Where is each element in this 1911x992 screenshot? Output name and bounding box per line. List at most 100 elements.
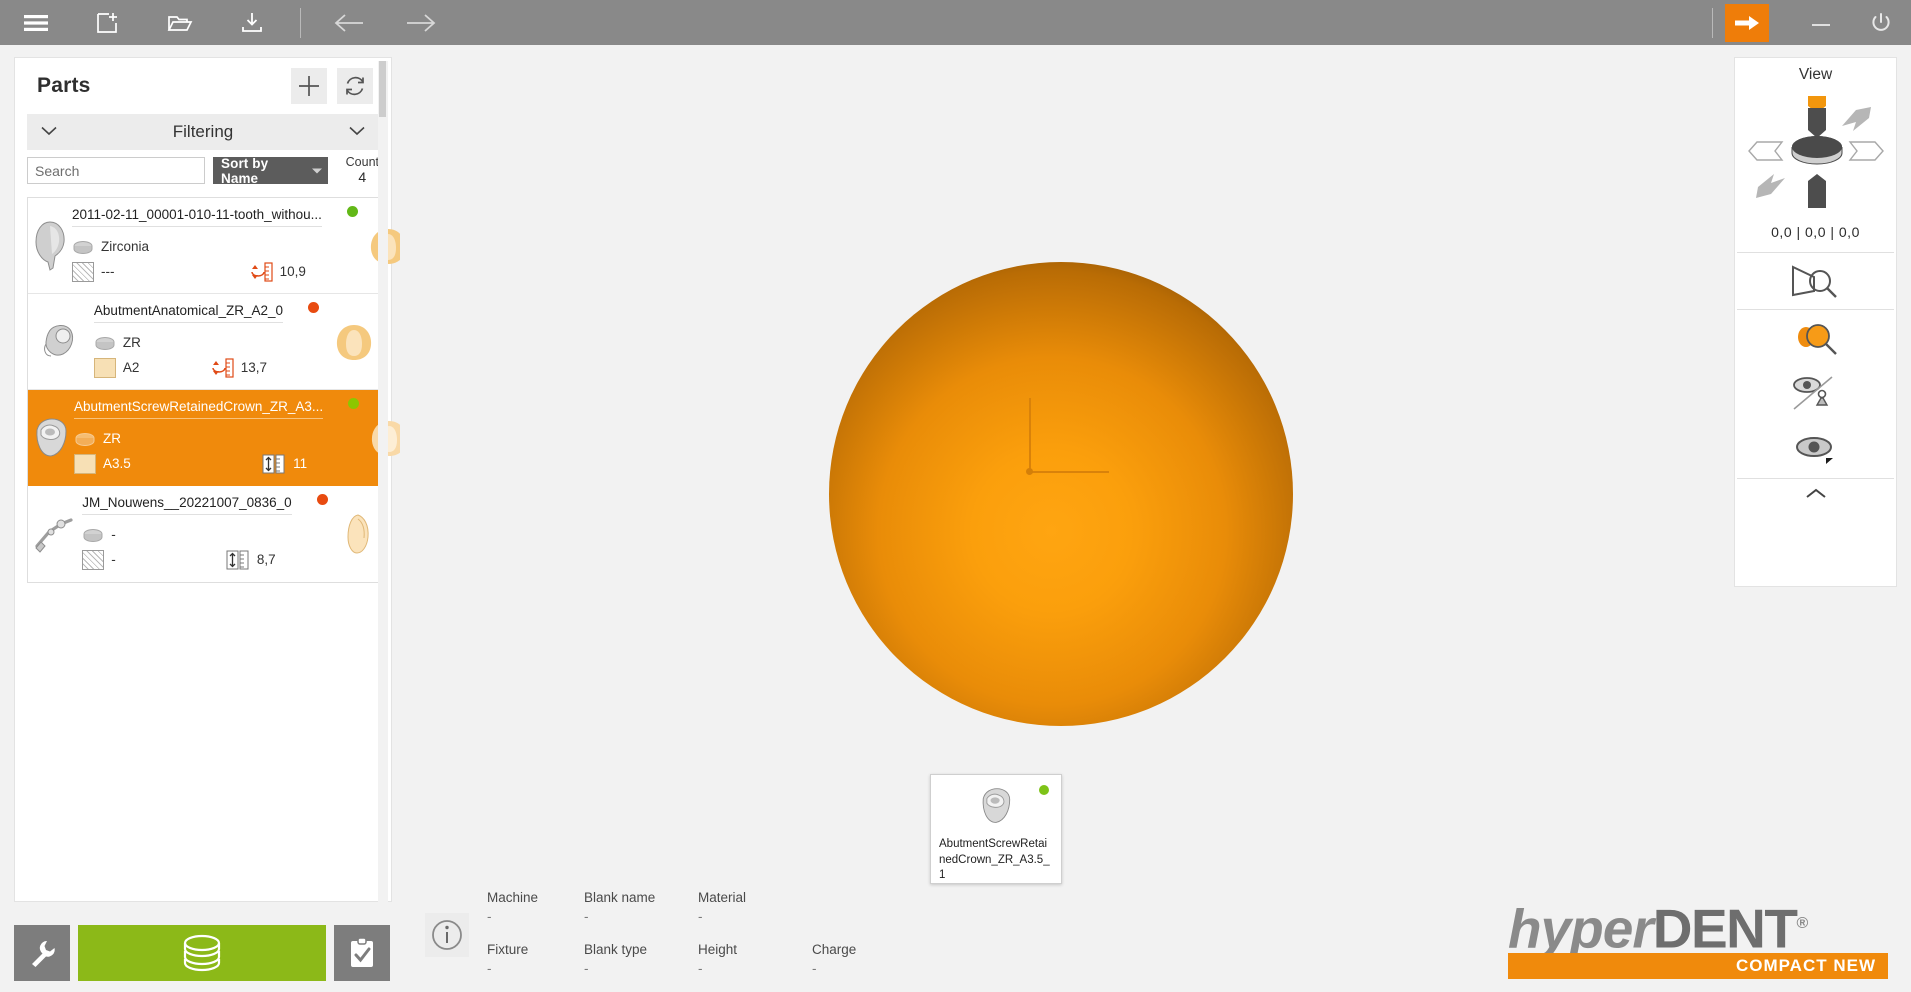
zoom-selection-button[interactable] <box>1735 310 1896 366</box>
crown-model-icon <box>36 418 67 457</box>
part-info-card[interactable]: AbutmentScrewRetainedCrown_ZR_A3.5_1 <box>930 774 1062 884</box>
chevron-down-icon-right <box>349 123 365 141</box>
toolbar-divider-right <box>1712 7 1713 38</box>
parts-list: 2011-02-11_00001-010-11-tooth_withou... … <box>27 197 407 584</box>
zoom-to-fit-button[interactable] <box>1735 253 1896 309</box>
list-item[interactable]: JM_Nouwens__20221007_0836_0 - - 8,7 <box>28 486 378 583</box>
blank-sphere[interactable] <box>829 262 1293 726</box>
search-input[interactable] <box>27 157 205 185</box>
status-badge <box>346 206 358 218</box>
part-attributes: Zirconia --- 10,9 <box>72 227 368 284</box>
shade-label: A3.5 <box>103 456 131 472</box>
hamburger-menu-button[interactable] <box>0 0 72 45</box>
status-badge <box>316 494 328 506</box>
field-value: - <box>584 909 589 924</box>
new-project-button[interactable] <box>72 0 144 45</box>
info-icon <box>432 920 462 950</box>
nav-top-right-icon[interactable] <box>1840 104 1874 139</box>
field-label: Blank type <box>584 942 648 957</box>
axis-origin <box>1026 468 1033 475</box>
part-name: 2011-02-11_00001-010-11-tooth_withou... <box>72 207 322 228</box>
measurement-value: 13,7 <box>240 360 268 376</box>
crown-model-icon <box>982 788 1011 823</box>
field-label: Material <box>698 890 747 905</box>
part-name: AbutmentScrewRetainedCrown_ZR_A3... <box>74 399 324 420</box>
list-item[interactable]: 2011-02-11_00001-010-11-tooth_withou... … <box>28 198 406 295</box>
card-title: AbutmentScrewRetainedCrown_ZR_A3.5_1 <box>939 838 1050 882</box>
logo-subtitle: COMPACT NEW <box>1735 956 1876 975</box>
axis-vertical <box>1029 398 1031 473</box>
part-name: JM_Nouwens__20221007_0836_0 <box>82 495 292 516</box>
open-project-button[interactable] <box>144 0 216 45</box>
list-item-selected[interactable]: AbutmentScrewRetainedCrown_ZR_A3... ZR A… <box>28 390 407 487</box>
jaw-preview-icon <box>336 324 371 360</box>
import-button[interactable] <box>216 0 288 45</box>
3d-viewport[interactable]: AbutmentScrewRetainedCrown_ZR_A3.5_1 <box>400 57 1730 887</box>
registered-mark: ® <box>1796 915 1809 932</box>
status-badge <box>348 398 360 410</box>
field-value: - <box>487 961 492 976</box>
info-button[interactable] <box>425 913 469 957</box>
measurement: 13,7 <box>210 357 267 379</box>
parts-panel-header: Parts <box>15 58 391 114</box>
nav-bottom-icon[interactable] <box>1803 172 1831 217</box>
view-coordinates: 0,0 | 0,0 | 0,0 <box>1771 224 1860 240</box>
shade-row: A3.5 11 <box>74 451 369 476</box>
add-part-button[interactable] <box>291 68 327 104</box>
nav-bottom-left-icon[interactable] <box>1753 172 1787 207</box>
material-label: ZR <box>103 431 121 447</box>
count-value: 4 <box>358 168 367 185</box>
nav-left-icon[interactable] <box>1747 140 1785 167</box>
parts-scrollbar-track[interactable] <box>378 61 388 906</box>
measurement-value: 10,9 <box>279 264 306 280</box>
forward-button[interactable] <box>385 0 457 45</box>
zoom-to-fit-icon <box>1791 265 1837 298</box>
material-row: Zirconia <box>72 234 368 259</box>
collapse-view-panel-button[interactable] <box>1735 479 1896 509</box>
status-badge <box>308 302 320 314</box>
part-attributes: - - 8,7 <box>82 515 337 572</box>
shade-swatch <box>74 453 96 474</box>
material-row: ZR <box>74 426 369 451</box>
blank-disc-icon <box>83 528 103 542</box>
checklist-button[interactable] <box>334 925 390 981</box>
new-document-icon <box>97 12 117 33</box>
parts-scrollbar-thumb[interactable] <box>379 61 386 117</box>
logo-wordmark: hyperDENT® <box>1508 895 1888 957</box>
parts-panel: Parts Filtering Search Sort by Name Coun… <box>14 57 407 902</box>
filtering-bar[interactable]: Filtering <box>27 114 379 150</box>
page-title: Parts <box>37 74 91 97</box>
measurement-value: 11 <box>293 456 308 472</box>
shade-row: A2 13,7 <box>93 355 329 380</box>
sort-label: Sort by Name <box>221 155 269 186</box>
download-icon <box>242 12 262 32</box>
sort-dropdown[interactable]: Sort by Name <box>213 155 328 186</box>
nav-center-disc-icon[interactable] <box>1789 133 1845 172</box>
field-value: - <box>812 961 817 976</box>
tools-button[interactable] <box>14 925 70 981</box>
part-side-preview <box>338 486 378 582</box>
search-and-sort-row: Sort by Name Count 4 <box>15 150 391 189</box>
logo-hyper-text: hyper <box>1508 897 1654 960</box>
navigation-cube[interactable] <box>1735 88 1896 220</box>
blank-button[interactable] <box>78 925 326 981</box>
nav-right-icon[interactable] <box>1847 140 1885 167</box>
status-field-machine: Machine - <box>487 890 538 924</box>
field-value: - <box>584 961 589 976</box>
axis-horizontal <box>1029 471 1109 473</box>
status-field-material: Material - <box>698 890 746 924</box>
back-button[interactable] <box>313 0 385 45</box>
hide-object-button[interactable] <box>1735 366 1896 422</box>
refresh-parts-button[interactable] <box>337 68 373 104</box>
shade-swatch <box>72 261 94 282</box>
minimize-button[interactable] <box>1791 0 1851 45</box>
list-item[interactable]: AbutmentAnatomical_ZR_A2_0 ZR A2 13,7 <box>28 294 378 391</box>
part-body: JM_Nouwens__20221007_0836_0 - - 8,7 <box>82 486 337 582</box>
field-label: Height <box>698 942 738 957</box>
shade-label: --- <box>101 264 115 280</box>
show-all-button[interactable] <box>1735 422 1896 478</box>
status-bar: Machine - Blank name - Material - Fixtur… <box>425 890 967 980</box>
power-button[interactable] <box>1851 0 1911 45</box>
blank-disc-icon <box>183 934 221 972</box>
next-step-button[interactable] <box>1725 3 1769 42</box>
